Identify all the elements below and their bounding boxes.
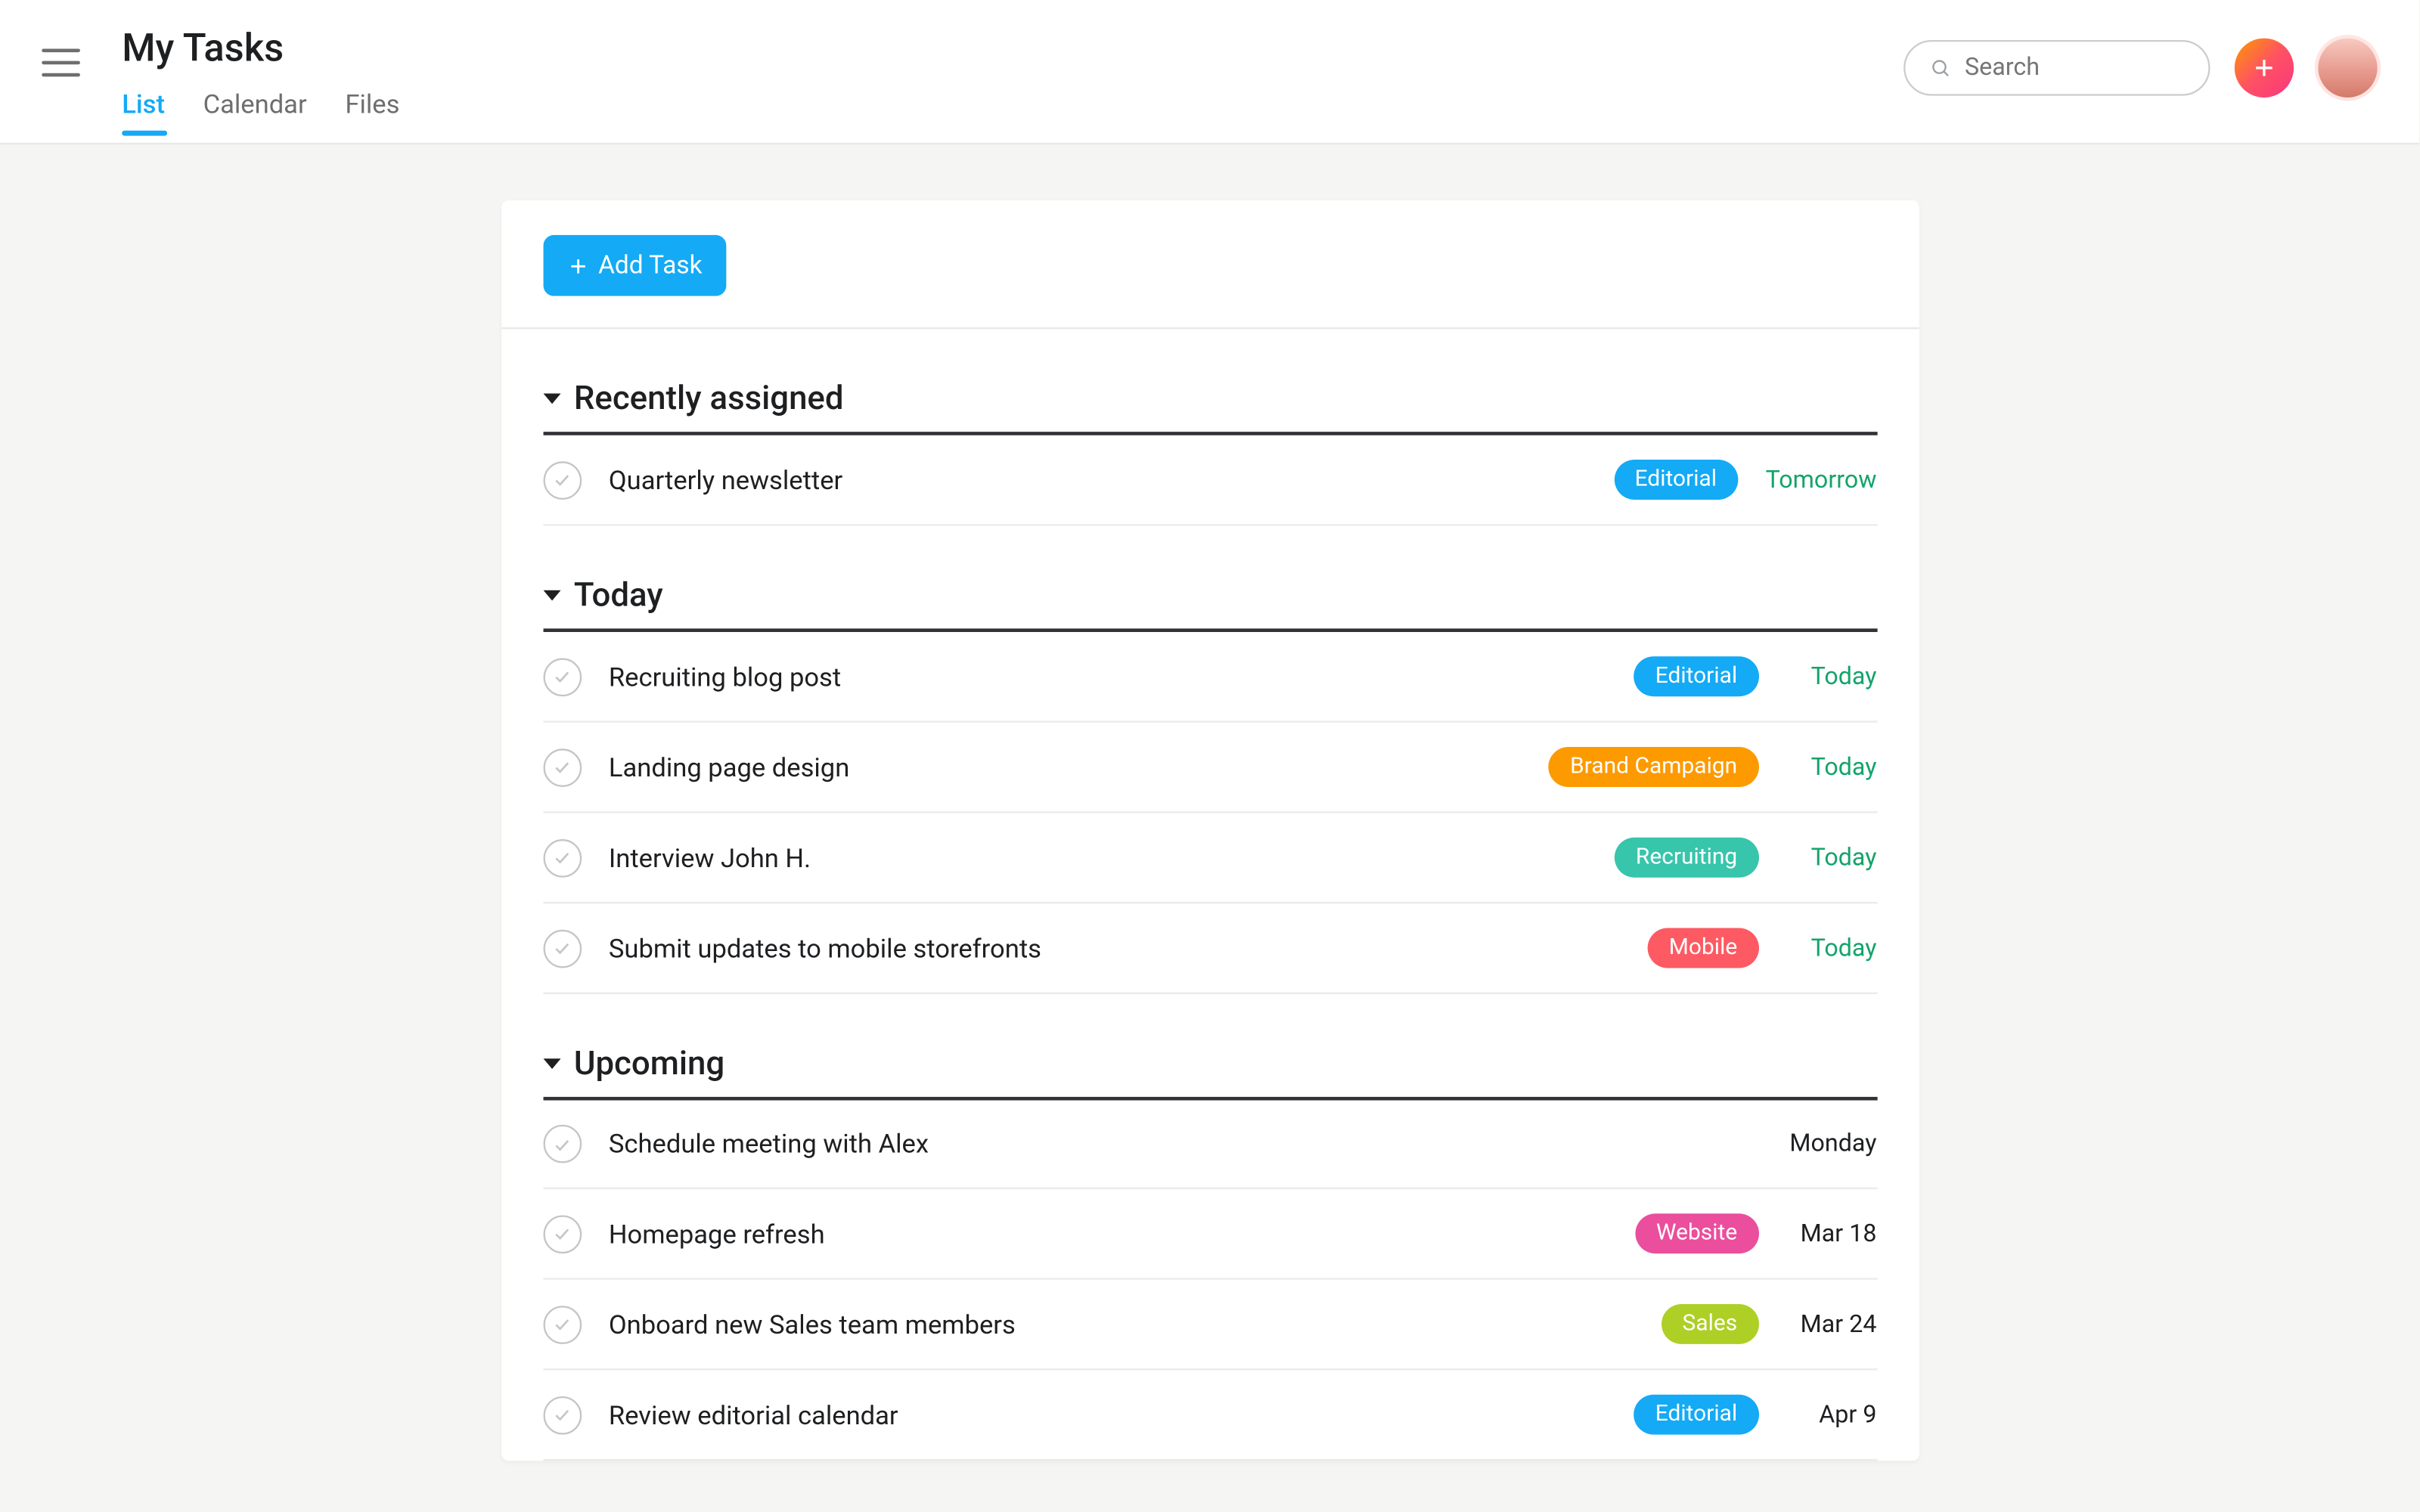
topbar-right	[1903, 39, 2377, 98]
task-due: Today	[1786, 844, 1877, 872]
task-row[interactable]: Homepage refresh Website Mar 18	[542, 1189, 1876, 1280]
check-icon	[552, 1405, 571, 1424]
task-tag[interactable]: Brand Campaign	[1549, 747, 1758, 787]
caret-down-icon[interactable]	[542, 590, 560, 600]
section-header[interactable]: Upcoming	[542, 994, 1876, 1100]
check-icon	[552, 848, 571, 867]
task-due: Tomorrow	[1766, 466, 1877, 494]
add-task-label: Add Task	[598, 251, 702, 280]
task-row[interactable]: Recruiting blog post Editorial Today	[542, 632, 1876, 723]
caret-down-icon[interactable]	[542, 392, 560, 403]
check-icon	[552, 938, 571, 957]
title-block: My Tasks List Calendar Files	[122, 28, 399, 134]
section: Upcoming Schedule meeting with Alex Monday…	[501, 994, 1919, 1461]
search-icon	[1930, 56, 1951, 80]
tab-calendar[interactable]: Calendar	[203, 88, 307, 134]
task-name: Submit updates to mobile storefronts	[609, 932, 1620, 963]
complete-checkbox[interactable]	[542, 929, 581, 968]
task-name: Homepage refresh	[609, 1218, 1608, 1249]
topbar: My Tasks List Calendar Files	[0, 0, 2419, 144]
task-name: Interview John H.	[609, 842, 1587, 873]
check-icon	[552, 470, 571, 489]
task-due: Monday	[1786, 1130, 1877, 1158]
check-icon	[552, 758, 571, 776]
section-title: Upcoming	[574, 1043, 724, 1083]
task-row[interactable]: Quarterly newsletter Editorial Tomorrow	[542, 435, 1876, 526]
menu-icon[interactable]	[42, 48, 80, 76]
section-title: Today	[574, 575, 663, 615]
task-row[interactable]: Landing page design Brand Campaign Today	[542, 723, 1876, 813]
task-name: Review editorial calendar	[609, 1399, 1606, 1430]
check-icon	[552, 1134, 571, 1153]
check-icon	[552, 1224, 571, 1243]
section-title: Recently assigned	[574, 378, 844, 418]
task-name: Quarterly newsletter	[609, 464, 1586, 495]
task-due: Mar 24	[1786, 1310, 1877, 1338]
section-header[interactable]: Recently assigned	[542, 329, 1876, 435]
search-box[interactable]	[1903, 40, 2210, 96]
task-due: Today	[1786, 753, 1877, 781]
task-due: Mar 18	[1786, 1219, 1877, 1247]
task-tag[interactable]: Editorial	[1614, 460, 1738, 500]
tab-list[interactable]: List	[122, 88, 165, 134]
task-due: Apr 9	[1786, 1401, 1877, 1429]
plus-icon	[2252, 56, 2276, 80]
task-tag[interactable]: Recruiting	[1615, 838, 1758, 878]
task-name: Recruiting blog post	[609, 661, 1606, 692]
task-tag[interactable]: Sales	[1661, 1304, 1758, 1344]
caret-down-icon[interactable]	[542, 1058, 560, 1068]
section: TodayRecruiting blog postEditorialTodayL…	[501, 526, 1919, 995]
complete-checkbox[interactable]	[542, 748, 581, 786]
tab-files[interactable]: Files	[345, 88, 399, 134]
complete-checkbox[interactable]	[542, 1214, 581, 1253]
section-header[interactable]: Today	[542, 526, 1876, 632]
plus-icon	[567, 255, 588, 276]
global-add-button[interactable]	[2235, 39, 2294, 98]
task-row[interactable]: Schedule meeting with Alex Monday	[542, 1100, 1876, 1188]
check-icon	[552, 667, 571, 686]
complete-checkbox[interactable]	[542, 460, 581, 499]
task-name: Onboard new Sales team members	[609, 1309, 1634, 1340]
add-task-button[interactable]: Add Task	[542, 235, 726, 296]
task-tag[interactable]: Editorial	[1634, 656, 1758, 696]
task-due: Today	[1786, 934, 1877, 962]
page-title: My Tasks	[122, 28, 399, 72]
complete-checkbox[interactable]	[542, 1305, 581, 1343]
task-row[interactable]: Submit updates to mobile storefronts Mobi…	[542, 903, 1876, 994]
complete-checkbox[interactable]	[542, 838, 581, 877]
complete-checkbox[interactable]	[542, 657, 581, 696]
task-row[interactable]: Onboard new Sales team members Sales Mar 2…	[542, 1280, 1876, 1371]
view-tabs: List Calendar Files	[122, 88, 399, 134]
task-tag[interactable]: Mobile	[1648, 928, 1758, 968]
task-name: Landing page design	[609, 751, 1522, 782]
task-row[interactable]: Review editorial calendar Editorial Apr 9	[542, 1370, 1876, 1461]
task-tag[interactable]: Website	[1635, 1213, 1758, 1253]
task-due: Today	[1786, 662, 1877, 690]
task-row[interactable]: Interview John H. Recruiting Today	[542, 813, 1876, 904]
task-tag[interactable]: Editorial	[1634, 1395, 1758, 1435]
complete-checkbox[interactable]	[542, 1125, 581, 1163]
check-icon	[552, 1315, 571, 1334]
section: Recently assigned Quarterly newsletter Edi…	[501, 329, 1919, 525]
task-name: Schedule meeting with Alex	[609, 1128, 1758, 1159]
complete-checkbox[interactable]	[542, 1396, 581, 1434]
task-card: Add Task Recently assigned Quarterly news…	[501, 200, 1919, 1461]
search-input[interactable]	[1965, 54, 2184, 82]
avatar[interactable]	[2318, 39, 2377, 98]
